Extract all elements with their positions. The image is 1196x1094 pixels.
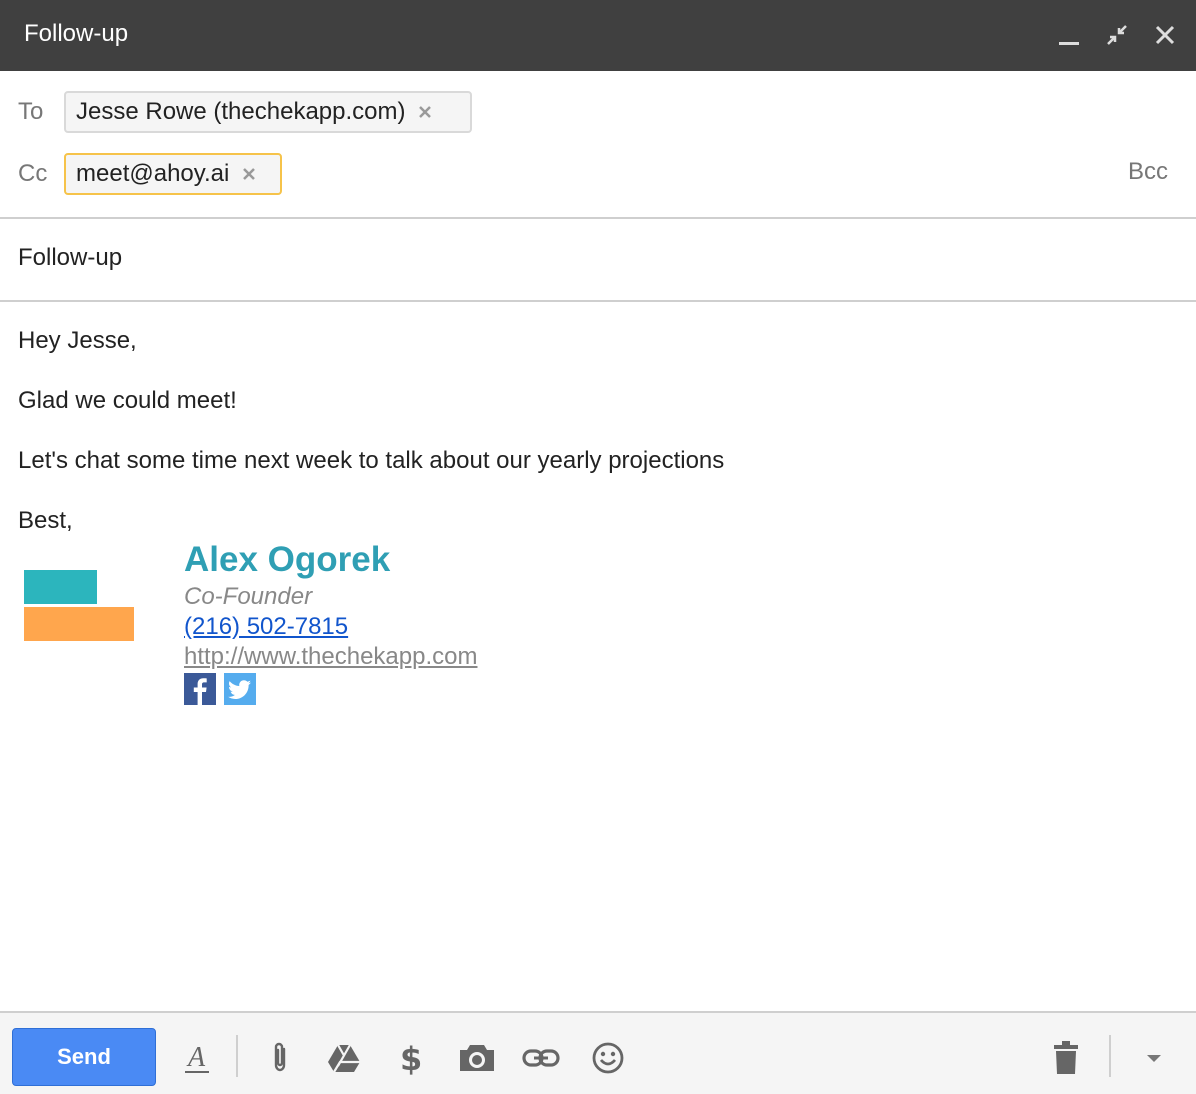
remove-recipient-icon[interactable]	[241, 166, 257, 182]
company-logo-bottom-bar	[24, 607, 134, 641]
svg-text:A: A	[186, 1042, 206, 1073]
signature-phone-link[interactable]: (216) 502-7815	[184, 613, 348, 641]
to-recipient-name: Jesse Rowe (thechekapp.com)	[76, 98, 406, 125]
remove-recipient-icon[interactable]	[417, 104, 433, 120]
to-label: To	[18, 98, 44, 125]
signature-role: Co-Founder	[184, 583, 313, 610]
close-icon	[1155, 25, 1175, 45]
photo-icon[interactable]	[457, 1038, 497, 1078]
minimize-button[interactable]	[1052, 18, 1086, 52]
toolbar-separator	[236, 1035, 238, 1077]
compose-window-title: Follow-up	[24, 20, 129, 47]
recipients-divider	[0, 217, 1196, 219]
signature-website-link[interactable]: http://www.thechekapp.com	[184, 643, 477, 671]
cc-recipient-address: meet@ahoy.ai	[76, 160, 230, 187]
minimize-icon	[1059, 42, 1079, 45]
exit-fullscreen-icon	[1107, 25, 1127, 45]
subject-divider	[0, 300, 1196, 302]
to-recipient-chip[interactable]: Jesse Rowe (thechekapp.com)	[64, 91, 472, 133]
attach-icon[interactable]	[260, 1038, 300, 1078]
close-button[interactable]	[1148, 18, 1182, 52]
twitter-icon[interactable]	[224, 673, 256, 705]
svg-text:$: $	[400, 1040, 422, 1076]
more-options-icon[interactable]	[1134, 1038, 1174, 1078]
facebook-icon[interactable]	[184, 673, 216, 705]
body-greeting[interactable]: Hey Jesse,	[18, 327, 137, 355]
subject-field[interactable]: Follow-up	[18, 244, 122, 272]
toolbar-separator	[1109, 1035, 1111, 1077]
body-line-1[interactable]: Glad we could meet!	[18, 387, 237, 415]
cc-recipient-chip[interactable]: meet@ahoy.ai	[64, 153, 282, 195]
exit-fullscreen-button[interactable]	[1100, 18, 1134, 52]
drive-icon[interactable]	[324, 1038, 364, 1078]
link-icon[interactable]	[521, 1038, 561, 1078]
bcc-link[interactable]: Bcc	[1128, 158, 1168, 186]
body-line-2[interactable]: Let's chat some time next week to talk a…	[18, 447, 724, 475]
money-icon[interactable]: $	[390, 1038, 430, 1078]
formatting-icon[interactable]: A	[177, 1038, 217, 1078]
send-button[interactable]: Send	[12, 1028, 156, 1086]
trash-icon[interactable]	[1046, 1038, 1086, 1078]
company-logo-top-bar	[24, 570, 97, 604]
cc-label: Cc	[18, 160, 48, 187]
emoji-icon[interactable]	[588, 1038, 628, 1078]
body-closing[interactable]: Best,	[18, 507, 73, 535]
compose-toolbar: Send A $	[0, 1011, 1196, 1094]
compose-titlebar: Follow-up	[0, 0, 1196, 71]
signature-name: Alex Ogorek	[184, 540, 391, 579]
